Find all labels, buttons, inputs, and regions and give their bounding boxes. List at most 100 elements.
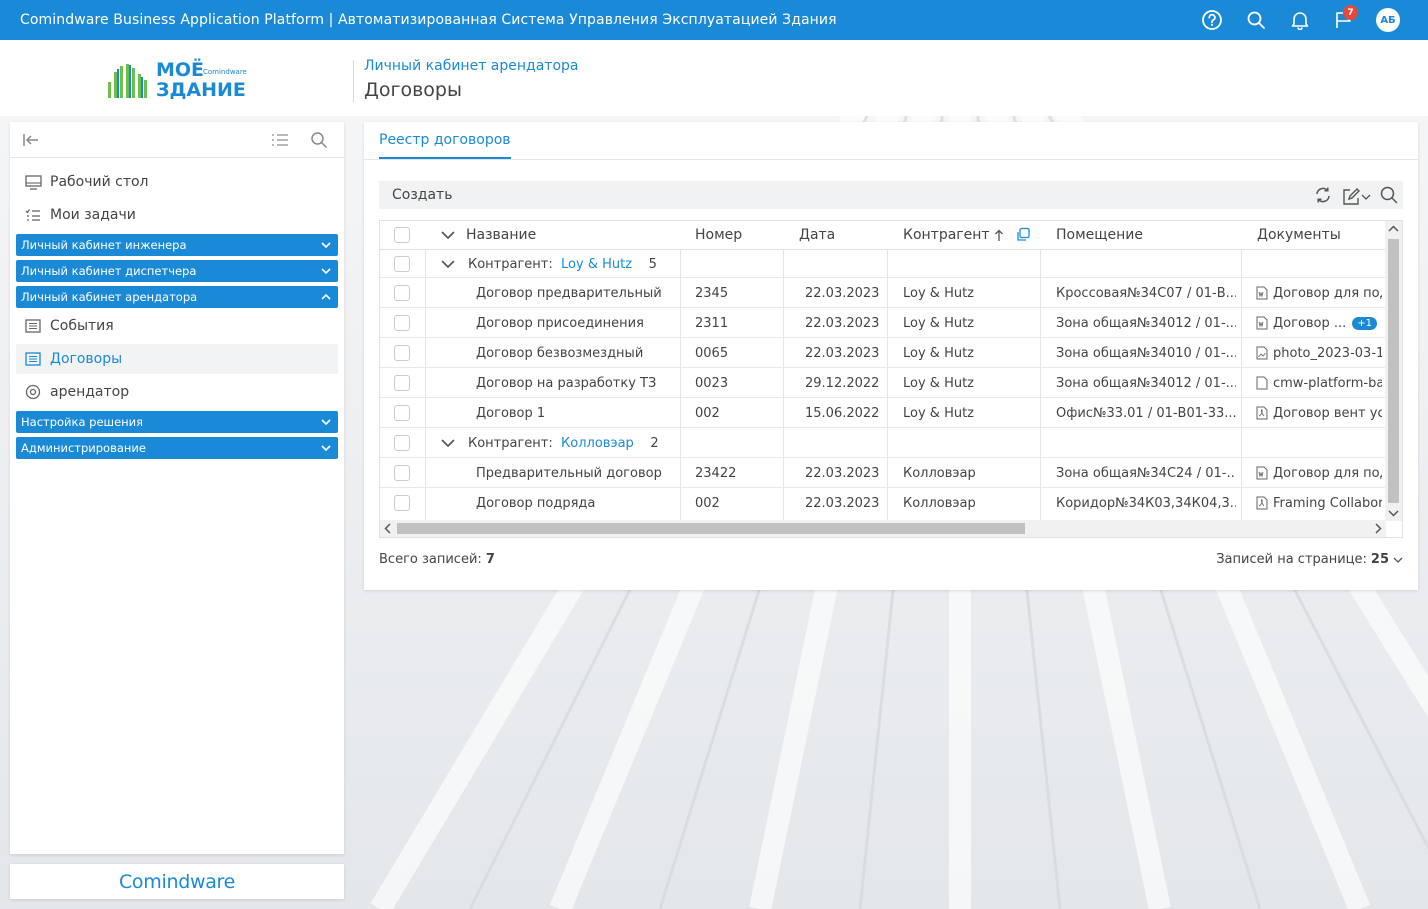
sidebar-group-engineer[interactable]: Личный кабинет инженера	[16, 234, 338, 256]
cell-premises-link[interactable]: Офис№33.01 / 01-В01-33...	[1056, 398, 1236, 428]
group-value[interactable]: Loy & Hutz	[561, 257, 632, 272]
logo-text-line1: МОЁ	[156, 59, 205, 81]
cell-document[interactable]: Договор для подп	[1256, 458, 1382, 488]
cell-document[interactable]: cmw-platform-ban	[1256, 368, 1382, 398]
table-icon	[24, 350, 42, 368]
more-documents-badge[interactable]: +1	[1352, 316, 1378, 330]
column-header-name[interactable]: Название	[466, 221, 536, 249]
page-size-selector[interactable]: Записей на странице: 25	[1216, 552, 1403, 567]
brand-footer[interactable]: Comindware	[10, 864, 344, 899]
group-value[interactable]: Колловэар	[561, 436, 634, 451]
sidebar-group-dispatcher[interactable]: Личный кабинет диспетчера	[16, 260, 338, 282]
horizontal-scrollbar[interactable]	[380, 520, 1386, 537]
column-header-premises[interactable]: Помещение	[1056, 221, 1143, 249]
column-header-number[interactable]: Номер	[695, 221, 742, 249]
grid-search-icon[interactable]	[1379, 185, 1399, 209]
sidebar-group-solution-settings[interactable]: Настройка решения	[16, 411, 338, 433]
row-checkbox[interactable]	[394, 458, 410, 488]
row-checkbox[interactable]	[394, 488, 410, 518]
create-button[interactable]: Создать	[392, 187, 452, 203]
cell-premises-link[interactable]: Зона общая№34012 / 01-...	[1056, 368, 1236, 398]
collapse-all-groups-icon[interactable]	[440, 221, 456, 249]
cell-premises-link[interactable]: Зона общая№34С24 / 01-...	[1056, 458, 1236, 488]
group-label: Контрагент:	[468, 256, 553, 272]
cell-premises-link[interactable]: Зона общая№34010 / 01-...	[1056, 338, 1236, 368]
user-avatar[interactable]: АБ	[1366, 0, 1410, 40]
sidebar-group-administration[interactable]: Администрирование	[16, 437, 338, 459]
column-header-counterparty[interactable]: Контрагент	[903, 221, 1031, 249]
table-row[interactable]: Договор подряда 002 22.03.2023 Колловэар…	[380, 488, 1386, 518]
row-checkbox[interactable]	[394, 368, 410, 398]
group-by-icon[interactable]	[1015, 227, 1031, 243]
row-checkbox[interactable]	[394, 398, 410, 428]
table-row[interactable]: Договор присоединения 2311 22.03.2023 Lo…	[380, 308, 1386, 338]
word-document-icon	[1256, 286, 1268, 300]
row-checkbox[interactable]	[394, 338, 410, 368]
sidebar-item-desktop[interactable]: Рабочий стол	[16, 167, 338, 197]
group-row[interactable]: Контрагент: Loy & Hutz 5	[380, 250, 1386, 278]
group-count: 2	[650, 435, 659, 451]
cell-date: 22.03.2023	[805, 315, 880, 331]
target-icon	[24, 383, 42, 401]
column-header-documents[interactable]: Документы	[1257, 221, 1341, 249]
sidebar-group-label: Личный кабинет инженера	[21, 238, 187, 252]
cell-number: 23422	[695, 465, 737, 481]
breadcrumb[interactable]: Личный кабинет арендатора	[364, 58, 578, 74]
select-all-checkbox[interactable]	[394, 221, 410, 249]
cell-document[interactable]: Договор для подп	[1256, 278, 1382, 308]
bell-icon[interactable]	[1278, 0, 1322, 40]
scroll-down-arrow-icon[interactable]	[1385, 505, 1402, 521]
sidebar-item-my-tasks[interactable]: Мои задачи	[16, 200, 338, 230]
help-icon[interactable]	[1190, 0, 1234, 40]
vertical-scroll-thumb[interactable]	[1388, 239, 1399, 503]
row-checkbox[interactable]	[394, 278, 410, 308]
cell-counterparty-link[interactable]: Loy & Hutz	[903, 278, 974, 308]
cell-number: 2345	[695, 285, 729, 301]
refresh-icon[interactable]	[1313, 185, 1333, 209]
sidebar-group-tenant[interactable]: Личный кабинет арендатора	[16, 286, 338, 308]
cell-counterparty-link[interactable]: Loy & Hutz	[903, 338, 974, 368]
table-row[interactable]: Договор 1 002 15.06.2022 Loy & Hutz Офис…	[380, 398, 1386, 428]
app-logo[interactable]: МОЁ Comindware ЗДАНИЕ	[106, 60, 256, 102]
total-records-count: 7	[485, 552, 495, 567]
row-checkbox[interactable]	[394, 308, 410, 338]
scroll-left-arrow-icon[interactable]	[380, 520, 396, 537]
row-checkbox[interactable]	[394, 250, 410, 278]
messages-flag-icon[interactable]: 7	[1322, 0, 1366, 40]
chevron-down-icon[interactable]	[440, 250, 456, 278]
brand-logo-text: Comindware	[118, 870, 236, 893]
sidebar-item-events[interactable]: События	[16, 311, 338, 341]
column-header-date[interactable]: Дата	[799, 221, 835, 249]
cell-document[interactable]: Framing Collabora	[1256, 488, 1382, 518]
table-row[interactable]: Договор безвозмездный 0065 22.03.2023 Lo…	[380, 338, 1386, 368]
chevron-down-icon[interactable]	[440, 428, 456, 458]
edit-dropdown-icon[interactable]	[1341, 187, 1371, 207]
group-row[interactable]: Контрагент: Колловэар 2	[380, 428, 1386, 458]
tab-contracts-registry[interactable]: Реестр договоров	[379, 132, 511, 159]
scroll-up-arrow-icon[interactable]	[1385, 221, 1402, 237]
cell-premises-link[interactable]: Коридор№34К03,34К04,3...	[1056, 488, 1236, 518]
cell-document[interactable]: Договор вент уста	[1256, 398, 1382, 428]
search-icon[interactable]	[1234, 0, 1278, 40]
scroll-right-arrow-icon[interactable]	[1370, 520, 1386, 537]
list-view-icon[interactable]	[270, 131, 290, 153]
cell-document[interactable]: Договор ... +1	[1256, 308, 1382, 338]
row-checkbox[interactable]	[394, 428, 410, 458]
table-row[interactable]: Предварительный договор 23422 22.03.2023…	[380, 458, 1386, 488]
sidebar-item-tenant[interactable]: арендатор	[16, 377, 338, 407]
cell-counterparty-link[interactable]: Колловэар	[903, 488, 976, 518]
cell-premises-link[interactable]: Кроссовая№34С07 / 01-В...	[1056, 278, 1236, 308]
cell-counterparty-link[interactable]: Loy & Hutz	[903, 368, 974, 398]
cell-premises-link[interactable]: Зона общая№34012 / 01-...	[1056, 308, 1236, 338]
vertical-scrollbar[interactable]	[1385, 221, 1402, 521]
cell-document[interactable]: photo_2023-03-16	[1256, 338, 1382, 368]
cell-counterparty-link[interactable]: Loy & Hutz	[903, 308, 974, 338]
table-row[interactable]: Договор предварительный 2345 22.03.2023 …	[380, 278, 1386, 308]
sidebar-search-icon[interactable]	[310, 131, 328, 153]
sidebar-item-contracts[interactable]: Договоры	[16, 344, 338, 374]
horizontal-scroll-thumb[interactable]	[397, 523, 1025, 534]
cell-counterparty-link[interactable]: Колловэар	[903, 458, 976, 488]
collapse-sidebar-icon[interactable]	[22, 131, 40, 153]
cell-counterparty-link[interactable]: Loy & Hutz	[903, 398, 974, 428]
table-row[interactable]: Договор на разработку ТЗ 0023 29.12.2022…	[380, 368, 1386, 398]
